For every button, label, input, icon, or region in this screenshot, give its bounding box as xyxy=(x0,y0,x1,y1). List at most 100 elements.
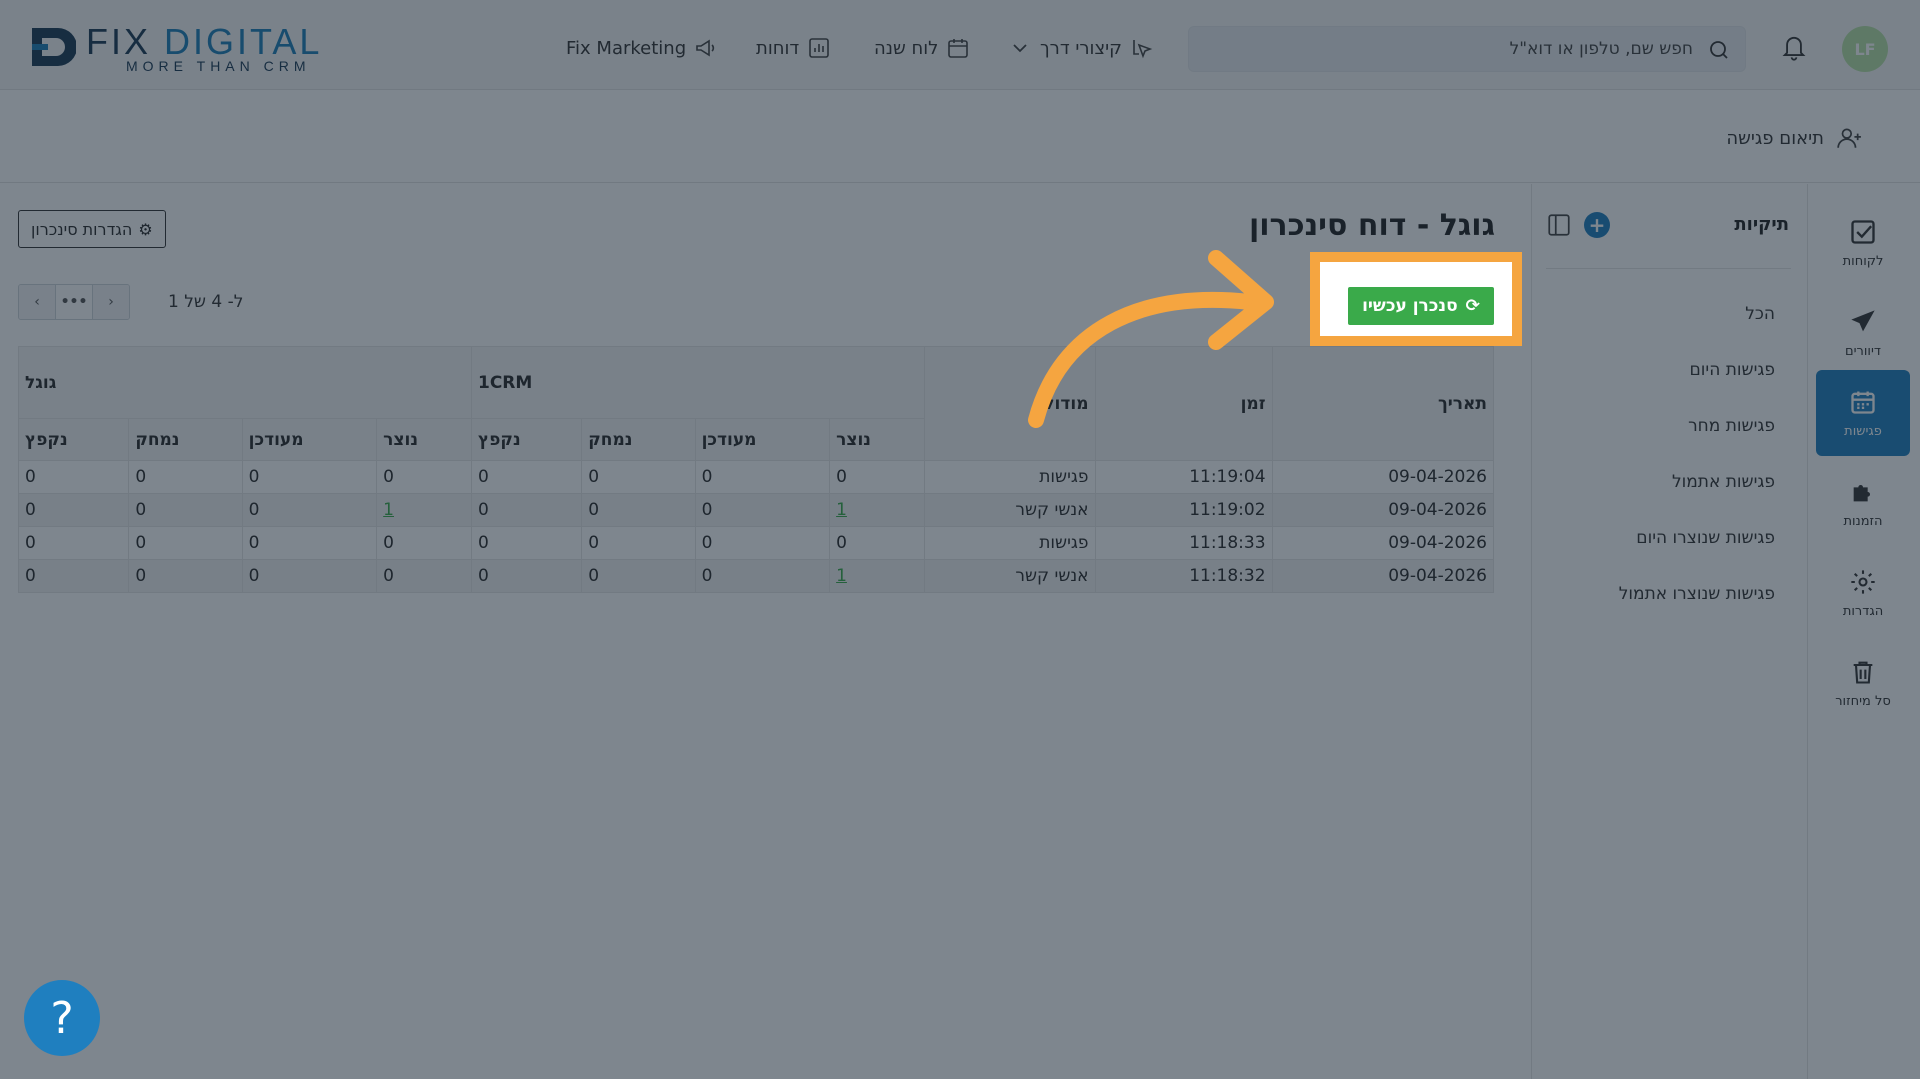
folders-title: תיקיות xyxy=(1734,214,1789,235)
logo-tagline: MORE THAN CRM xyxy=(126,58,311,74)
folder-yesterday[interactable]: פגישות אתמול xyxy=(1672,472,1775,492)
cell-google-0[interactable]: 1 xyxy=(376,493,472,527)
pager-next-button[interactable]: › xyxy=(93,285,129,319)
group-google: גוגל xyxy=(18,346,472,419)
rail-item-customers[interactable]: לקוחות xyxy=(1816,200,1910,286)
cell-crm-1: 0 xyxy=(694,559,831,593)
sync-now-highlight: ⟳ סנכרן עכשיו xyxy=(1310,252,1522,346)
folder-today[interactable]: פגישות היום xyxy=(1690,360,1776,380)
pager-more-button[interactable]: ••• xyxy=(56,285,93,319)
col-google-deleted: נמחק xyxy=(128,418,243,461)
cell-crm-2: 0 xyxy=(581,526,696,560)
cell-crm-2: 0 xyxy=(581,460,696,494)
rail-item-settings[interactable]: הגדרות xyxy=(1816,550,1910,636)
rail-label: הזמנות xyxy=(1843,513,1883,529)
top-bar: FIX DIGITAL MORE THAN CRM Fix Marketing … xyxy=(0,0,1920,90)
help-button[interactable]: ? xyxy=(24,980,100,1056)
cell-google-0: 0 xyxy=(376,460,472,494)
sync-now-button[interactable]: ⟳ סנכרן עכשיו xyxy=(1348,287,1494,325)
folder-tomorrow[interactable]: פגישות מחר xyxy=(1688,416,1775,436)
rail-item-mailings[interactable]: דיוורים xyxy=(1816,290,1910,376)
cell-google-1: 0 xyxy=(241,460,378,494)
nav-shortcuts-label: קיצורי דרך xyxy=(1040,37,1122,59)
add-folder-button[interactable]: + xyxy=(1584,212,1610,238)
cell-google-0: 0 xyxy=(376,526,472,560)
cell-crm-3: 0 xyxy=(470,460,583,494)
nav-calendar[interactable]: לוח שנה xyxy=(874,34,970,62)
megaphone-icon xyxy=(696,39,715,57)
folder-created-today[interactable]: פגישות שנוצרו היום xyxy=(1636,528,1775,548)
cell-crm-0[interactable]: 1 xyxy=(829,559,925,593)
match-meeting-button[interactable]: תיאום פגישה xyxy=(1726,125,1862,151)
cell-google-3: 0 xyxy=(17,460,130,494)
cell-crm-0-link[interactable]: 1 xyxy=(836,500,847,520)
col-crm-created: נוצר xyxy=(829,418,925,461)
cell-date: 09-04-2026 xyxy=(1271,493,1495,527)
nav-shortcuts[interactable]: קיצורי דרך xyxy=(1008,34,1154,62)
nav-reports[interactable]: דוחות xyxy=(756,34,831,62)
cell-google-1: 0 xyxy=(241,526,378,560)
puzzle-icon xyxy=(1853,484,1870,501)
cell-crm-1: 0 xyxy=(694,493,831,527)
refresh-icon: ⟳ xyxy=(1465,296,1480,316)
cell-crm-1: 0 xyxy=(694,526,831,560)
pagination: ‹ ••• › xyxy=(18,284,130,320)
calendar-icon xyxy=(1851,391,1875,414)
bell-icon[interactable] xyxy=(1780,32,1808,62)
rail-item-meetings[interactable]: פגישות xyxy=(1816,370,1910,456)
nav-reports-label: דוחות xyxy=(756,37,800,59)
rail-item-recycle-bin[interactable]: סל מיחזור xyxy=(1816,640,1910,726)
rail-label: הגדרות xyxy=(1842,603,1884,619)
check-square-icon xyxy=(1851,219,1875,244)
col-crm-updated: מעודכן xyxy=(694,418,831,461)
rail-label: פגישות xyxy=(1844,423,1882,439)
sub-bar: תיאום פגישה xyxy=(0,91,1920,183)
cell-crm-0: 0 xyxy=(829,460,925,494)
sync-settings-label: הגדרות סינכרון xyxy=(31,219,133,239)
sync-now-label: סנכרן עכשיו xyxy=(1362,296,1458,316)
table-row: 09-04-2026 11:18:33 פגישות 0 0 0 0 0 0 0 0 xyxy=(17,526,1495,560)
logo[interactable]: FIX DIGITAL MORE THAN CRM xyxy=(28,22,348,74)
search-placeholder: חפש שם, טלפון או דוא"ל xyxy=(1509,39,1693,59)
col-crm-skipped: נקפץ xyxy=(470,418,583,461)
col-date: תאריך xyxy=(1271,346,1495,461)
col-google-updated: מעודכן xyxy=(241,418,378,461)
trash-icon xyxy=(1853,661,1873,684)
divider xyxy=(1546,268,1791,269)
search-icon[interactable] xyxy=(1707,38,1731,62)
cell-time: 11:19:04 xyxy=(1094,460,1273,494)
pager-prev-button[interactable]: ‹ xyxy=(19,285,56,319)
table-row: 09-04-2026 11:18:32 אנשי קשר 1 0 0 0 0 0 0 0 xyxy=(17,559,1495,593)
cell-crm-0[interactable]: 1 xyxy=(829,493,925,527)
cell-time: 11:18:33 xyxy=(1094,526,1273,560)
cell-google-1: 0 xyxy=(241,559,378,593)
rail-label: סל מיחזור xyxy=(1835,693,1891,709)
rail-label: דיוורים xyxy=(1845,343,1881,359)
sync-settings-button[interactable]: ⚙ הגדרות סינכרון xyxy=(18,210,166,248)
logo-text: FIX DIGITAL xyxy=(86,21,323,62)
cell-crm-0-link[interactable]: 1 xyxy=(836,566,847,586)
table-row: 09-04-2026 11:19:04 פגישות 0 0 0 0 0 0 0 0 xyxy=(17,460,1495,494)
gear-icon xyxy=(1851,569,1875,594)
table-body: 09-04-2026 11:19:04 פגישות 0 0 0 0 0 0 0 0 09-04-20… xyxy=(17,460,1495,593)
folder-created-yesterday[interactable]: פגישות שנוצרו אתמול xyxy=(1619,584,1775,604)
cell-crm-3: 0 xyxy=(470,493,583,527)
cell-module: אנשי קשר xyxy=(923,559,1096,593)
rail-item-orders[interactable]: הזמנות xyxy=(1816,460,1910,546)
cell-google-2: 0 xyxy=(128,526,243,560)
cell-crm-0: 0 xyxy=(829,526,925,560)
user-plus-icon xyxy=(1837,128,1861,148)
folder-all[interactable]: הכל xyxy=(1745,304,1775,324)
cell-google-0-link[interactable]: 1 xyxy=(383,500,394,520)
cell-google-3: 0 xyxy=(17,493,130,527)
cell-google-2: 0 xyxy=(128,460,243,494)
cell-google-2: 0 xyxy=(128,559,243,593)
nav-fix-marketing[interactable]: Fix Marketing xyxy=(566,34,718,62)
avatar[interactable]: LF xyxy=(1842,26,1888,72)
cell-google-1: 0 xyxy=(241,493,378,527)
cell-crm-2: 0 xyxy=(581,493,696,527)
search-input[interactable]: חפש שם, טלפון או דוא"ל xyxy=(1188,26,1746,72)
panel-toggle-icon[interactable] xyxy=(1546,212,1572,238)
cell-time: 11:19:02 xyxy=(1094,493,1273,527)
cell-google-0: 0 xyxy=(376,559,472,593)
